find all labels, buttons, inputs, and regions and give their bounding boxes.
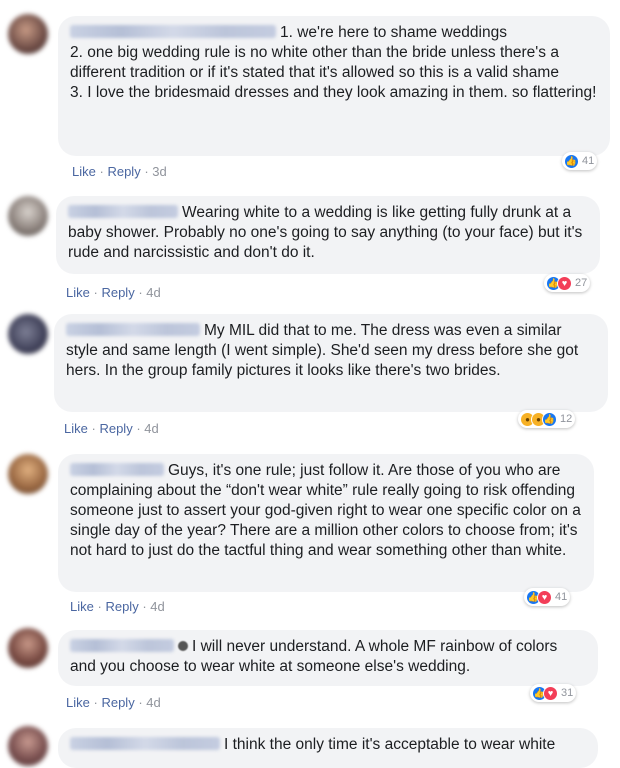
commenter-name[interactable] xyxy=(70,463,164,476)
reaction-summary[interactable]: ● ● 👍 12 xyxy=(518,410,576,428)
comment-bubble: I think the only time it's acceptable to… xyxy=(58,728,598,768)
comment-text: Guys, it's one rule; just follow it. Are… xyxy=(70,462,581,559)
reaction-count: 31 xyxy=(561,687,574,699)
comment-text: 1. we're here to shame weddings xyxy=(280,24,507,41)
like-link[interactable]: Like xyxy=(64,421,88,436)
reaction-summary[interactable]: 👍 41 xyxy=(562,152,598,170)
avatar[interactable] xyxy=(8,628,48,668)
separator: · xyxy=(93,285,98,300)
reaction-count: 41 xyxy=(582,155,595,167)
separator: · xyxy=(142,599,147,614)
comment-actions: Like · Reply · 4d xyxy=(66,695,161,710)
love-icon: ♥ xyxy=(543,685,558,701)
reaction-count: 27 xyxy=(575,277,588,289)
reply-link[interactable]: Reply xyxy=(101,285,134,300)
separator: · xyxy=(136,421,141,436)
separator: · xyxy=(93,695,98,710)
like-icon: 👍 xyxy=(542,411,557,427)
avatar[interactable] xyxy=(8,14,48,54)
like-link[interactable]: Like xyxy=(66,285,90,300)
love-icon: ♥ xyxy=(537,589,552,605)
separator: · xyxy=(91,421,96,436)
commenter-name[interactable] xyxy=(70,737,220,750)
comment-text: 2. one big wedding rule is no white othe… xyxy=(70,44,559,81)
comment-bubble: 1. we're here to shame weddings 2. one b… xyxy=(58,16,610,156)
commenter-name[interactable] xyxy=(68,205,178,218)
commenter-name[interactable] xyxy=(70,639,174,652)
separator: · xyxy=(97,599,102,614)
commenter-name[interactable] xyxy=(66,323,200,336)
separator: · xyxy=(99,164,104,179)
reaction-summary[interactable]: 👍 ♥ 41 xyxy=(524,588,571,606)
like-link[interactable]: Like xyxy=(72,164,96,179)
comment-bubble: Wearing white to a wedding is like getti… xyxy=(56,196,600,274)
reply-link[interactable]: Reply xyxy=(107,164,140,179)
timestamp[interactable]: 3d xyxy=(152,164,166,179)
like-link[interactable]: Like xyxy=(66,695,90,710)
comment-actions: Like · Reply · 4d xyxy=(70,599,165,614)
avatar[interactable] xyxy=(8,196,48,236)
separator: · xyxy=(138,285,143,300)
reaction-count: 41 xyxy=(555,591,568,603)
like-link[interactable]: Like xyxy=(70,599,94,614)
like-icon: 👍 xyxy=(564,153,579,169)
reaction-summary[interactable]: 👍 ♥ 27 xyxy=(544,274,591,292)
timestamp[interactable]: 4d xyxy=(144,421,158,436)
timestamp[interactable]: 4d xyxy=(146,285,160,300)
comment-actions: Like · Reply · 4d xyxy=(66,285,161,300)
comment-bubble: Guys, it's one rule; just follow it. Are… xyxy=(58,454,594,592)
comment-text: 3. I love the bridesmaid dresses and the… xyxy=(70,84,597,101)
timestamp[interactable]: 4d xyxy=(146,695,160,710)
reply-link[interactable]: Reply xyxy=(105,599,138,614)
reply-link[interactable]: Reply xyxy=(99,421,132,436)
comment-actions: Like · Reply · 4d xyxy=(64,421,159,436)
comment-text: I think the only time it's acceptable to… xyxy=(224,736,556,753)
comment-actions: Like · Reply · 3d xyxy=(72,164,167,179)
reaction-count: 12 xyxy=(560,413,573,425)
avatar[interactable] xyxy=(8,726,48,766)
blocked-icon xyxy=(178,641,188,651)
love-icon: ♥ xyxy=(557,275,572,291)
commenter-name[interactable] xyxy=(70,25,276,38)
comment-bubble: I will never understand. A whole MF rain… xyxy=(58,630,598,686)
separator: · xyxy=(144,164,149,179)
separator: · xyxy=(138,695,143,710)
avatar[interactable] xyxy=(8,314,48,354)
avatar[interactable] xyxy=(8,454,48,494)
comment-bubble: My MIL did that to me. The dress was eve… xyxy=(54,314,608,412)
reply-link[interactable]: Reply xyxy=(101,695,134,710)
timestamp[interactable]: 4d xyxy=(150,599,164,614)
reaction-summary[interactable]: 👍 ♥ 31 xyxy=(530,684,577,702)
